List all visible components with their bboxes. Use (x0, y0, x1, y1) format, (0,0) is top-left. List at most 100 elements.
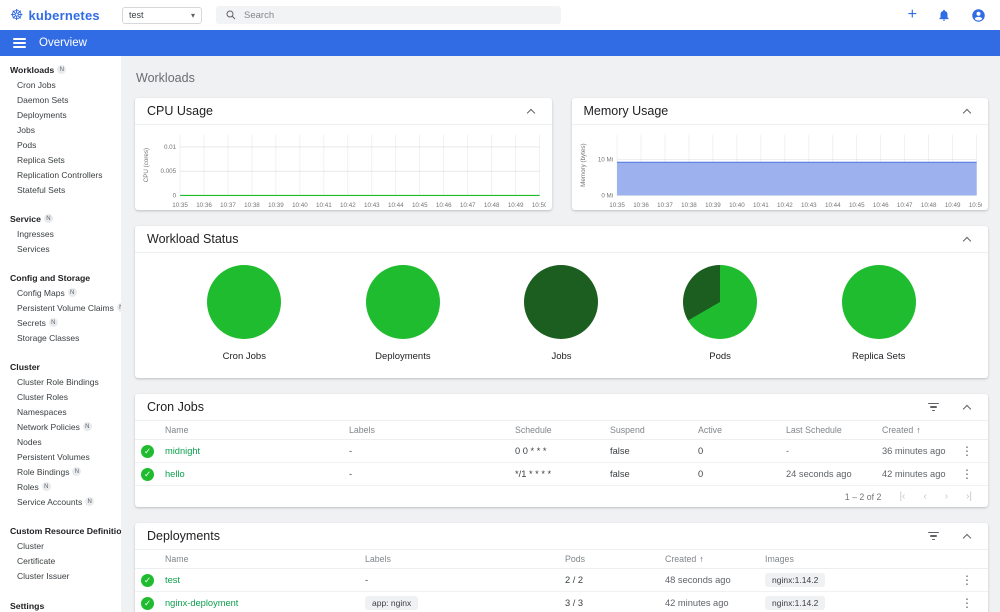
brand[interactable]: ☸ kubernetes (10, 8, 122, 23)
column-header-last-schedule[interactable]: Last Schedule (786, 425, 882, 435)
sidebar-item-settings[interactable]: Settings (0, 598, 121, 612)
sidebar-item-cluster-roles[interactable]: Cluster Roles (0, 389, 121, 404)
table-row: ✓ midnight -0 0 * * * false 0-36 minutes ago… (135, 440, 988, 463)
svg-text:10:36: 10:36 (196, 202, 212, 209)
status-cell: ✓ (141, 467, 165, 481)
menu-cell: ⋮ (956, 596, 978, 610)
sidebar-item-network-policies[interactable]: Network Policies N (0, 419, 121, 434)
sidebar-item-cluster[interactable]: Cluster (0, 538, 121, 553)
column-header-pods[interactable]: Pods (565, 554, 665, 564)
sidebar-item-replication-controllers[interactable]: Replication Controllers (0, 167, 121, 182)
pagination-range: 1 – 2 of 2 (844, 491, 882, 502)
sidebar-item-ingresses[interactable]: Ingresses (0, 226, 121, 241)
sidebar-item-config-maps[interactable]: Config Maps N (0, 285, 121, 300)
sidebar-item-persistent-volumes[interactable]: Persistent Volumes (0, 449, 121, 464)
workload-pie-deployments: Deployments (324, 265, 483, 362)
filter-icon[interactable] (925, 529, 942, 544)
sidebar-nav: Workloads N Cron Jobs Daemon Sets Deployment… (0, 56, 121, 612)
sidebar-item-replica-sets[interactable]: Replica Sets (0, 152, 121, 167)
sidebar-item-storage-classes[interactable]: Storage Classes (0, 330, 121, 345)
sidebar-item-services[interactable]: Services (0, 241, 121, 256)
svg-text:10:48: 10:48 (920, 202, 936, 209)
svg-text:10:49: 10:49 (944, 202, 960, 209)
cron-jobs-card: Cron Jobs Name Labels Schedule Suspend Activ… (135, 394, 988, 507)
column-label: Labels (349, 425, 375, 435)
svg-text:10:45: 10:45 (848, 202, 864, 209)
resource-link[interactable]: midnight (165, 446, 349, 456)
svg-text:10:46: 10:46 (436, 202, 452, 209)
last-page-button[interactable]: ›| (966, 491, 972, 502)
svg-text:10:47: 10:47 (460, 202, 476, 209)
table-cell: 0 (698, 469, 704, 479)
sidebar-item-service-accounts[interactable]: Service Accounts N (0, 494, 121, 509)
svg-text:10:38: 10:38 (244, 202, 260, 209)
column-header-created[interactable]: Created ↑ (882, 425, 956, 435)
column-header-schedule[interactable]: Schedule (515, 425, 610, 435)
main-content: Workloads CPU Usage 10:35 10:36 10:37 10:38… (121, 56, 1000, 612)
sidebar-item-service[interactable]: Service N (0, 211, 121, 226)
column-header-name[interactable]: Name (165, 554, 365, 564)
search-bar[interactable] (216, 6, 561, 24)
sidebar-item-role-bindings[interactable]: Role Bindings N (0, 464, 121, 479)
sidebar-item-label: Service Accounts (17, 496, 83, 507)
resource-link[interactable]: test (165, 575, 365, 585)
column-header-labels[interactable]: Labels (365, 554, 565, 564)
namespace-select[interactable]: test ▾ (122, 6, 202, 24)
row-menu-button[interactable]: ⋮ (956, 444, 978, 458)
sidebar-item-label: Replication Controllers (17, 169, 103, 180)
row-menu-button[interactable]: ⋮ (956, 596, 978, 610)
sidebar-item-label: Role Bindings (17, 466, 70, 477)
sidebar-item-daemon-sets[interactable]: Daemon Sets (0, 92, 121, 107)
resource-link[interactable]: hello (165, 469, 349, 479)
create-resource-button[interactable]: + (908, 7, 917, 23)
previous-page-button[interactable]: ‹ (923, 491, 926, 502)
column-header-images[interactable]: Images (765, 554, 956, 564)
sidebar-item-jobs[interactable]: Jobs (0, 122, 121, 137)
search-input[interactable] (244, 9, 552, 21)
collapse-button[interactable] (958, 230, 976, 248)
kubernetes-logo-icon: ☸ (10, 6, 24, 24)
sidebar-item-workloads[interactable]: Workloads N (0, 62, 121, 77)
sidebar-item-pods[interactable]: Pods (0, 137, 121, 152)
sidebar-item-cluster-role-bindings[interactable]: Cluster Role Bindings (0, 374, 121, 389)
collapse-button[interactable] (522, 102, 540, 120)
first-page-button[interactable]: |‹ (899, 491, 905, 502)
sidebar-item-roles[interactable]: Roles N (0, 479, 121, 494)
collapse-button[interactable] (958, 398, 976, 416)
card-header: Workload Status (135, 226, 988, 253)
table-cell: - (349, 469, 353, 479)
collapse-button[interactable] (958, 102, 976, 120)
account-button[interactable] (971, 8, 986, 23)
sidebar-item-cron-jobs[interactable]: Cron Jobs (0, 77, 121, 92)
resource-link[interactable]: nginx-deployment (165, 598, 365, 608)
label-chip-cell: nginx:1.14.2 (765, 596, 956, 610)
column-header-name[interactable]: Name (165, 425, 349, 435)
table-body: ✓ test - 2 / 2 48 seconds ago nginx:1.14.2 ⋮ ✓ n… (135, 569, 988, 612)
label-chip: nginx:1.14.2 (765, 573, 826, 587)
column-header-created[interactable]: Created ↑ (665, 554, 765, 564)
row-menu-button[interactable]: ⋮ (956, 467, 978, 481)
sidebar-item-secrets[interactable]: Secrets N (0, 315, 121, 330)
row-menu-button[interactable]: ⋮ (956, 573, 978, 587)
column-header-active[interactable]: Active (698, 425, 786, 435)
sidebar-item-label: Config Maps (17, 287, 65, 298)
sidebar-item-stateful-sets[interactable]: Stateful Sets (0, 182, 121, 197)
sidebar-item-nodes[interactable]: Nodes (0, 434, 121, 449)
next-page-button[interactable]: › (945, 491, 948, 502)
notifications-button[interactable] (937, 8, 951, 22)
column-header-labels[interactable]: Labels (349, 425, 515, 435)
svg-text:10:42: 10:42 (340, 202, 356, 209)
sidebar-item-deployments[interactable]: Deployments (0, 107, 121, 122)
chevron-up-icon (962, 404, 972, 413)
filter-icon[interactable] (925, 400, 942, 415)
deployments-card: Deployments Name Labels Pods Created ↑ Images… (135, 523, 988, 612)
sidebar-item-cluster-issuer[interactable]: Cluster Issuer (0, 568, 121, 583)
collapse-button[interactable] (958, 527, 976, 545)
sidebar-item-namespaces[interactable]: Namespaces (0, 404, 121, 419)
sidebar-item-certificate[interactable]: Certificate (0, 553, 121, 568)
menu-button[interactable] (13, 38, 26, 48)
sidebar-item-persistent-volume-claims[interactable]: Persistent Volume ClaimsN (0, 300, 121, 315)
namespaced-badge-icon: N (43, 214, 53, 223)
table-cell: 0 (698, 446, 704, 456)
column-header-suspend[interactable]: Suspend (610, 425, 698, 435)
